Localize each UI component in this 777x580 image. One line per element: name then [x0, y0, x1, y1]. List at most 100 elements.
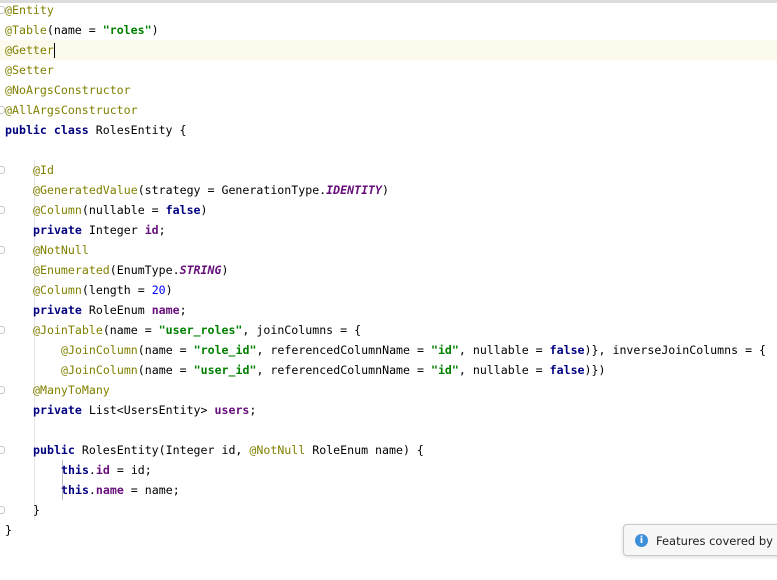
notification-text: Features covered by Int: [656, 534, 777, 548]
code-line[interactable]: @Column(nullable = false): [0, 200, 777, 220]
string-literal: "user_id": [193, 363, 257, 377]
code-line[interactable]: @NotNull: [0, 240, 777, 260]
code-editor[interactable]: @Entity @Table(name = "roles") @Getter @…: [0, 0, 777, 543]
code-text: ): [382, 183, 389, 197]
code-line[interactable]: @JoinColumn(name = "user_id", referenced…: [0, 360, 777, 380]
keyword: private: [33, 303, 82, 317]
code-text: , referencedColumnName =: [256, 363, 431, 377]
closing-brace: }: [33, 503, 40, 517]
code-text: ): [200, 203, 208, 217]
code-line[interactable]: @Column(length = 20): [0, 280, 777, 300]
closing-brace: }: [5, 523, 12, 537]
code-text: (nullable =: [81, 203, 166, 217]
field-name: id: [144, 223, 159, 237]
keyword: this: [61, 463, 89, 477]
code-line[interactable]: @Setter: [0, 60, 777, 80]
code-text: (length =: [81, 283, 152, 297]
code-text: , nullable =: [458, 343, 550, 357]
code-line[interactable]: }: [0, 500, 777, 520]
code-line[interactable]: private RoleEnum name;: [0, 300, 777, 320]
code-line[interactable]: @ManyToMany: [0, 380, 777, 400]
annotation: @Setter: [5, 63, 54, 77]
annotation: @AllArgsConstructor: [5, 103, 138, 117]
notification-balloon[interactable]: i Features covered by Int: [623, 524, 777, 556]
code-text: (name =: [46, 23, 103, 37]
annotation: @JoinColumn: [61, 363, 138, 377]
keyword: private: [33, 223, 82, 237]
code-line[interactable]: this.id = id;: [0, 460, 777, 480]
code-text: ;: [179, 303, 187, 317]
keyword: class: [53, 123, 89, 137]
code-text: )}, inverseJoinColumns = {: [584, 343, 767, 357]
code-text: , joinColumns = {: [242, 323, 362, 337]
code-text: .: [88, 463, 96, 477]
annotation: @JoinTable: [33, 323, 103, 337]
code-line[interactable]: @AllArgsConstructor: [0, 100, 777, 120]
code-line[interactable]: @JoinColumn(name = "role_id", referenced…: [0, 340, 777, 360]
code-text: (name =: [137, 363, 194, 377]
annotation: @Column: [33, 283, 82, 297]
keyword: public: [33, 443, 75, 457]
code-line[interactable]: @GeneratedValue(strategy = GenerationTyp…: [0, 180, 777, 200]
annotation: @NoArgsConstructor: [5, 83, 131, 97]
code-text: (name =: [102, 323, 159, 337]
annotation: @GeneratedValue: [33, 183, 138, 197]
code-line[interactable]: @Id: [0, 160, 777, 180]
code-text: ): [221, 263, 229, 277]
code-text: (strategy = GenerationType.: [137, 183, 327, 197]
annotation: @NotNull: [33, 243, 89, 257]
code-line[interactable]: @Table(name = "roles"): [0, 20, 777, 40]
code-text: ): [165, 283, 173, 297]
code-line[interactable]: @Enumerated(EnumType.STRING): [0, 260, 777, 280]
code-text: , referencedColumnName =: [256, 343, 431, 357]
keyword: false: [165, 203, 201, 217]
keyword: public: [5, 123, 47, 137]
enum-constant: IDENTITY: [326, 183, 383, 197]
field-name: id: [95, 463, 110, 477]
field-name: users: [214, 403, 250, 417]
code-text: .: [88, 483, 96, 497]
current-code-line[interactable]: @Getter: [0, 40, 777, 60]
code-text: Integer: [81, 223, 145, 237]
code-line[interactable]: @NoArgsConstructor: [0, 80, 777, 100]
code-line[interactable]: private List<UsersEntity> users;: [0, 400, 777, 420]
string-literal: "id": [430, 343, 459, 357]
code-line[interactable]: this.name = name;: [0, 480, 777, 500]
code-text: )}): [584, 363, 606, 377]
code-text: , nullable =: [458, 363, 550, 377]
code-line[interactable]: private Integer id;: [0, 220, 777, 240]
annotation: @Table: [5, 23, 47, 37]
annotation: @Getter: [5, 43, 54, 57]
code-line[interactable]: public RolesEntity(Integer id, @NotNull …: [0, 440, 777, 460]
enum-constant: STRING: [179, 263, 222, 277]
annotation: @JoinColumn: [61, 343, 138, 357]
code-text: ;: [158, 223, 166, 237]
annotation: @Id: [33, 163, 54, 177]
annotation: @Enumerated: [33, 263, 110, 277]
code-line[interactable]: @JoinTable(name = "user_roles", joinColu…: [0, 320, 777, 340]
string-literal: "user_roles": [158, 323, 243, 337]
code-text: RoleEnum: [81, 303, 152, 317]
code-text: (EnumType.: [109, 263, 180, 277]
annotation: @Entity: [5, 3, 54, 17]
annotation: @ManyToMany: [33, 383, 110, 397]
code-text: ): [151, 23, 159, 37]
annotation: @Column: [33, 203, 82, 217]
keyword: this: [61, 483, 89, 497]
annotation: @NotNull: [249, 443, 306, 457]
keyword: false: [549, 363, 585, 377]
code-text: (name =: [137, 343, 194, 357]
code-text: RolesEntity(Integer id,: [74, 443, 250, 457]
field-name: name: [151, 303, 180, 317]
code-text: RolesEntity {: [88, 123, 187, 137]
code-text: List<UsersEntity>: [81, 403, 215, 417]
code-line[interactable]: public class RolesEntity {: [0, 120, 777, 140]
string-literal: "role_id": [193, 343, 257, 357]
code-text: ;: [249, 403, 257, 417]
number-literal: 20: [151, 283, 166, 297]
code-line[interactable]: @Entity: [0, 0, 777, 20]
string-literal: "roles": [102, 23, 152, 37]
string-literal: "id": [430, 363, 459, 377]
field-name: name: [95, 483, 124, 497]
text-caret: [53, 43, 55, 58]
